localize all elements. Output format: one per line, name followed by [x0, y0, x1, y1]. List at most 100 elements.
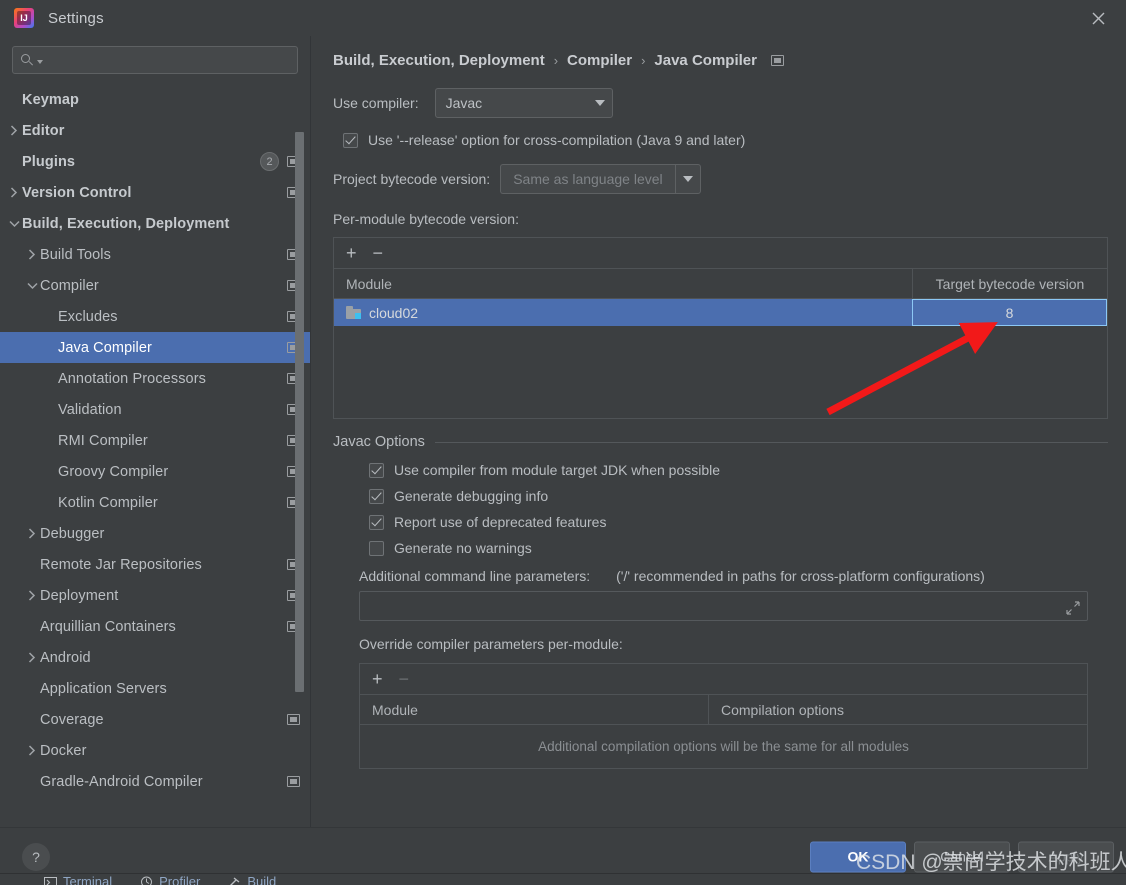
override-params-empty-message: Additional compilation options will be t… [538, 739, 909, 754]
dialog-buttons: OK Cancel Apply [810, 841, 1114, 872]
sidebar-item-rmi-compiler[interactable]: RMI Compiler [0, 425, 310, 456]
sidebar-item-editor[interactable]: Editor [0, 115, 310, 146]
use-compiler-select[interactable]: Javac [434, 88, 613, 118]
sidebar-item-compiler[interactable]: Compiler [0, 270, 310, 301]
javac-option-label: Report use of deprecated features [394, 514, 607, 530]
javac-option-checkbox[interactable] [369, 462, 384, 478]
javac-option-row[interactable]: Use compiler from module target JDK when… [369, 462, 1108, 478]
breadcrumb-part-1[interactable]: Compiler [567, 52, 632, 69]
sidebar-item-debugger[interactable]: Debugger [0, 518, 310, 549]
override-params-table-body: Additional compilation options will be t… [360, 725, 1087, 768]
profiler-icon [140, 876, 153, 885]
chevron-right-icon[interactable] [24, 590, 40, 601]
sidebar-item-application-servers[interactable]: Application Servers [0, 673, 310, 704]
sidebar-item-label: Groovy Compiler [58, 463, 169, 480]
triangle-down-icon[interactable] [588, 89, 612, 117]
search-box[interactable] [12, 46, 298, 74]
cell-module[interactable]: cloud02 [334, 299, 912, 326]
chevron-right-icon[interactable] [24, 745, 40, 756]
javac-option-row[interactable]: Generate no warnings [369, 540, 1108, 556]
sidebar-item-label: Coverage [40, 711, 104, 728]
search-input[interactable] [48, 52, 289, 68]
sidebar-item-build-execution-deployment[interactable]: Build, Execution, Deployment [0, 208, 310, 239]
sidebar-item-annotation-processors[interactable]: Annotation Processors [0, 363, 310, 394]
status-bar-label: Build [247, 874, 277, 885]
sidebar-item-label: Debugger [40, 525, 105, 542]
caret-down-icon[interactable] [37, 60, 43, 64]
sidebar-item-label: Editor [22, 122, 65, 139]
column-header-target-bytecode[interactable]: Target bytecode version [912, 269, 1107, 298]
sidebar-item-java-compiler[interactable]: Java Compiler [0, 332, 310, 363]
release-option-row[interactable]: Use '--release' option for cross-compila… [343, 132, 1108, 148]
release-option-checkbox[interactable] [343, 132, 358, 148]
plus-icon[interactable]: + [346, 244, 357, 262]
javac-option-checkbox[interactable] [369, 514, 384, 530]
terminal-icon [44, 876, 57, 885]
sidebar-item-label: Plugins [22, 153, 76, 170]
dialog-body: Keymap Editor Plugins 2 Version Control Build… [0, 36, 1126, 827]
sidebar-item-coverage[interactable]: Coverage [0, 704, 310, 735]
sidebar-item-validation[interactable]: Validation [0, 394, 310, 425]
javac-options-group-title: Javac Options [333, 434, 1108, 450]
sidebar-scrollbar[interactable] [295, 132, 304, 692]
javac-option-checkbox[interactable] [369, 488, 384, 504]
javac-option-row[interactable]: Generate debugging info [369, 488, 1108, 504]
sidebar-item-docker[interactable]: Docker [0, 735, 310, 766]
cell-target-bytecode[interactable]: 8 [912, 299, 1107, 326]
per-module-bytecode-table: + − Module Target bytecode version cloud… [333, 237, 1108, 419]
breadcrumb: Build, Execution, Deployment › Compiler … [333, 40, 1108, 80]
minus-icon[interactable]: − [373, 244, 384, 262]
status-bar-item-profiler[interactable]: Profiler [140, 874, 200, 885]
sidebar-item-version-control[interactable]: Version Control [0, 177, 310, 208]
close-icon[interactable] [1084, 4, 1112, 32]
expand-icon[interactable] [1066, 601, 1080, 615]
chevron-right-icon[interactable] [6, 125, 22, 136]
sidebar-item-groovy-compiler[interactable]: Groovy Compiler [0, 456, 310, 487]
column-header-module[interactable]: Module [360, 695, 708, 724]
ok-button[interactable]: OK [810, 841, 906, 872]
additional-params-label: Additional command line parameters: [359, 568, 591, 584]
override-params-table: + − Module Compilation options Additiona… [359, 663, 1088, 769]
sidebar-item-deployment[interactable]: Deployment [0, 580, 310, 611]
search-container [0, 36, 310, 82]
status-bar-item-terminal[interactable]: Terminal [44, 874, 112, 885]
help-question-icon[interactable]: ? [22, 842, 50, 871]
triangle-down-icon[interactable] [674, 164, 701, 194]
group-divider [434, 441, 1108, 443]
search-icon [21, 53, 34, 67]
sidebar-item-build-tools[interactable]: Build Tools [0, 239, 310, 270]
sidebar-item-keymap[interactable]: Keymap [0, 84, 310, 115]
additional-params-input[interactable] [359, 591, 1088, 621]
sidebar-scrollbar-thumb[interactable] [295, 132, 304, 692]
chevron-right-icon[interactable] [24, 528, 40, 539]
sidebar-item-excludes[interactable]: Excludes [0, 301, 310, 332]
table-row[interactable]: cloud02 8 [334, 299, 1107, 326]
plus-icon[interactable]: + [372, 670, 383, 688]
breadcrumb-part-0[interactable]: Build, Execution, Deployment [333, 52, 545, 69]
sidebar-item-label: Excludes [58, 308, 118, 325]
status-bar-item-build[interactable]: Build [228, 874, 276, 885]
title-bar: Settings [0, 0, 1126, 36]
javac-option-row[interactable]: Report use of deprecated features [369, 514, 1108, 530]
sidebar-item-gradle-android-compiler[interactable]: Gradle-Android Compiler [0, 766, 310, 797]
chevron-down-icon[interactable] [24, 282, 40, 290]
javac-option-checkbox[interactable] [369, 540, 384, 556]
settings-page-marker-icon [287, 714, 300, 725]
column-header-module[interactable]: Module [334, 269, 912, 298]
project-bytecode-select[interactable]: Same as language level [500, 164, 701, 194]
sidebar-item-kotlin-compiler[interactable]: Kotlin Compiler [0, 487, 310, 518]
sidebar-item-plugins[interactable]: Plugins 2 [0, 146, 310, 177]
chevron-right-icon[interactable] [24, 249, 40, 260]
cancel-button[interactable]: Cancel [914, 841, 1010, 872]
sidebar-item-label: Keymap [22, 91, 80, 108]
chevron-right-icon[interactable] [24, 652, 40, 663]
project-bytecode-value[interactable]: Same as language level [500, 164, 675, 194]
sidebar-item-remote-jar-repositories[interactable]: Remote Jar Repositories [0, 549, 310, 580]
sidebar-item-android[interactable]: Android [0, 642, 310, 673]
sidebar-item-arquillian-containers[interactable]: Arquillian Containers [0, 611, 310, 642]
per-module-table-header: Module Target bytecode version [334, 269, 1107, 299]
column-header-compilation-options[interactable]: Compilation options [708, 695, 1087, 724]
chevron-down-icon[interactable] [6, 220, 22, 228]
chevron-right-icon[interactable] [6, 187, 22, 198]
override-params-label: Override compiler parameters per-module: [359, 636, 623, 652]
